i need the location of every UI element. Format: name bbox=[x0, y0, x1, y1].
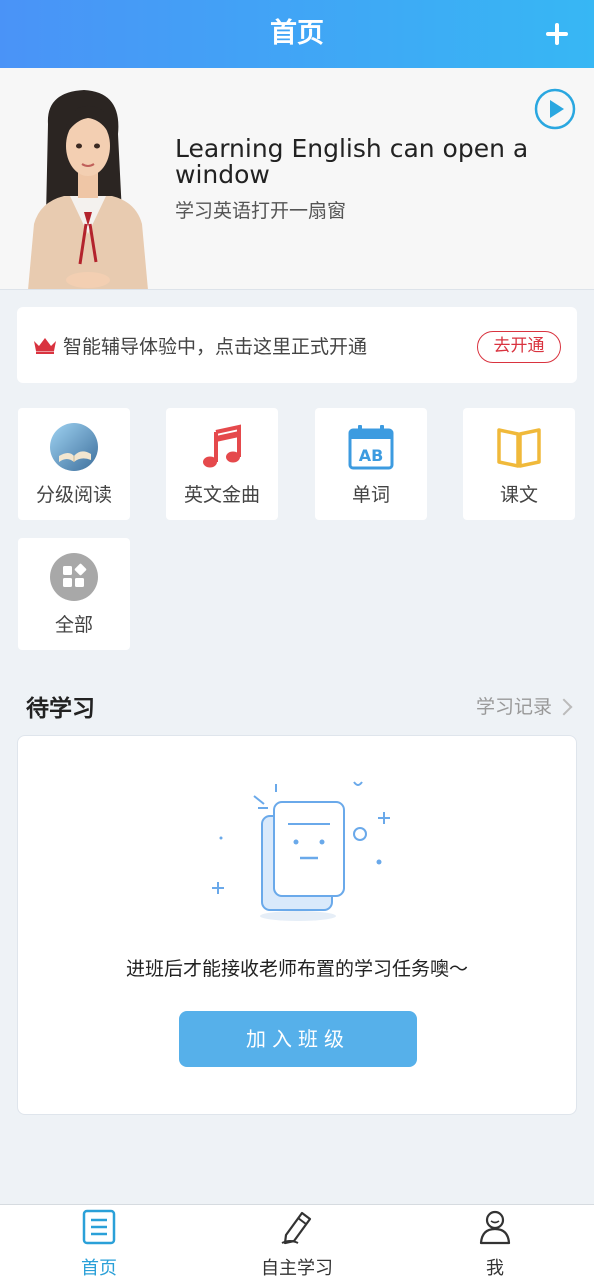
feature-english-songs[interactable]: 英文金曲 bbox=[166, 408, 278, 520]
crown-icon bbox=[34, 338, 56, 354]
task-card: 进班后才能接收老师布置的学习任务噢～ 加入班级 bbox=[17, 735, 577, 1115]
chevron-right-icon bbox=[555, 698, 573, 715]
banner[interactable]: Learning English can open a window 学习英语打… bbox=[0, 68, 594, 290]
list-icon bbox=[82, 1209, 116, 1245]
banner-title-en: Learning English can open a window bbox=[175, 134, 529, 189]
feature-label: 单词 bbox=[351, 484, 390, 506]
join-class-button[interactable]: 加入班级 bbox=[179, 1011, 417, 1067]
plus-icon[interactable] bbox=[538, 15, 576, 53]
nav-label: 我 bbox=[486, 1258, 504, 1279]
page-title: 首页 bbox=[270, 18, 324, 49]
banner-title-zh: 学习英语打开一扇窗 bbox=[175, 200, 347, 222]
empty-message: 进班后才能接收老师布置的学习任务噢～ bbox=[125, 958, 468, 980]
feature-label: 英文金曲 bbox=[183, 484, 260, 506]
history-label: 学习记录 bbox=[475, 696, 552, 718]
feature-label: 课文 bbox=[499, 484, 538, 506]
word-calendar-icon: AB bbox=[348, 425, 394, 470]
empty-state-illustration bbox=[212, 781, 390, 921]
all-apps-icon bbox=[50, 553, 98, 601]
open-book-icon bbox=[497, 428, 541, 468]
feature-label: 全部 bbox=[54, 614, 93, 636]
feature-texts[interactable]: 课文 bbox=[463, 408, 575, 520]
teacher-avatar-image bbox=[28, 90, 148, 289]
study-history-link[interactable]: 学习记录 bbox=[475, 692, 573, 719]
promo-text: 智能辅导体验中，点击这里正式开通 bbox=[63, 336, 368, 358]
play-icon[interactable] bbox=[534, 88, 576, 130]
music-note-icon bbox=[203, 424, 241, 468]
feature-label: 分级阅读 bbox=[35, 484, 112, 506]
app-header: 首页 bbox=[0, 0, 594, 68]
pencil-icon bbox=[281, 1211, 312, 1245]
nav-item-me[interactable]: 我 bbox=[396, 1205, 594, 1280]
nav-item-home[interactable]: 首页 bbox=[0, 1205, 198, 1280]
feature-all[interactable]: 全部 bbox=[18, 538, 130, 650]
activate-button[interactable]: 去开通 bbox=[477, 331, 561, 363]
nav-item-self-study[interactable]: 自主学习 bbox=[198, 1205, 396, 1280]
nav-label: 自主学习 bbox=[261, 1258, 333, 1279]
svg-text:AB: AB bbox=[359, 446, 384, 465]
promo-banner[interactable]: 智能辅导体验中，点击这里正式开通 去开通 bbox=[17, 307, 577, 383]
section-title: 待学习 bbox=[26, 696, 95, 722]
bottom-nav: 首页 自主学习 我 bbox=[0, 1204, 594, 1280]
user-icon bbox=[479, 1210, 511, 1245]
nav-label: 首页 bbox=[81, 1258, 117, 1279]
feature-graded-reading[interactable]: 分级阅读 bbox=[18, 408, 130, 520]
book-reading-icon bbox=[50, 423, 98, 471]
feature-words[interactable]: AB 单词 bbox=[315, 408, 427, 520]
